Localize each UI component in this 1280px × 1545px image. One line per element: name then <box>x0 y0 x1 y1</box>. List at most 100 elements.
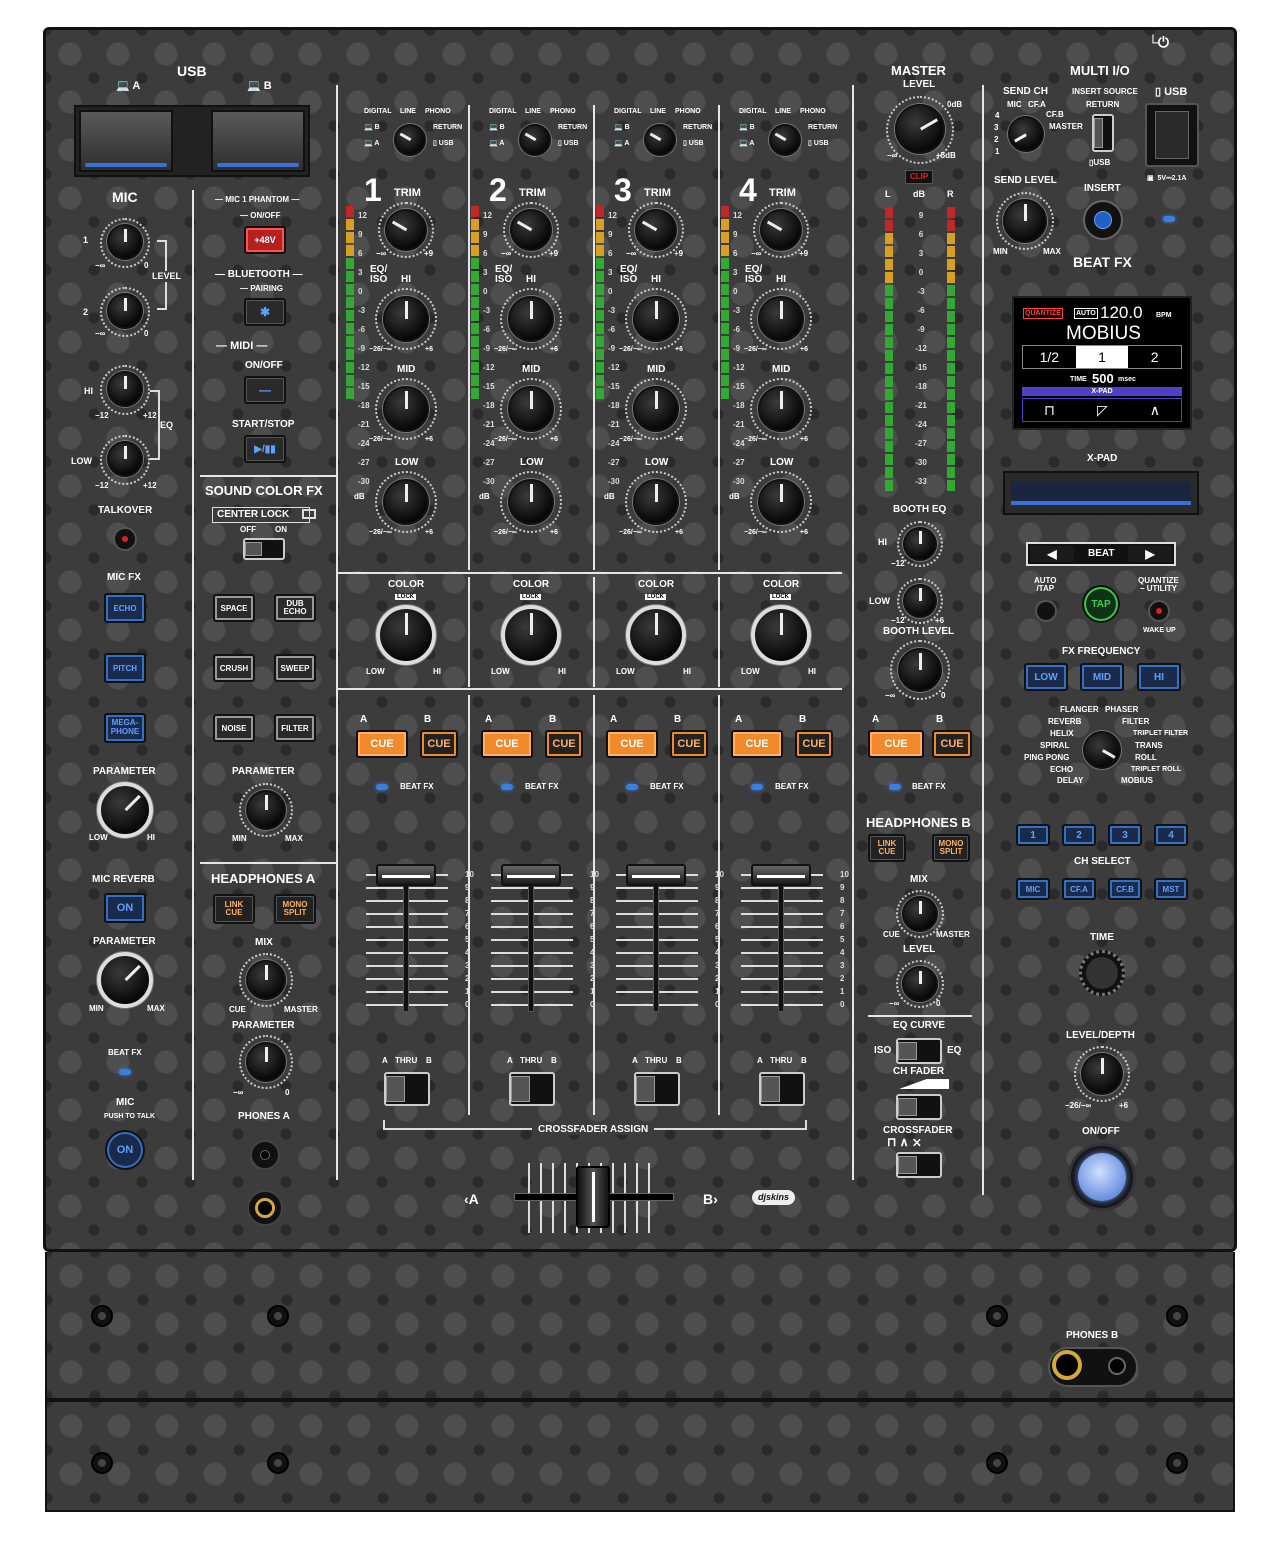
sweep-button[interactable]: SWEEP <box>274 654 316 682</box>
ch1-channel-fader[interactable] <box>376 864 436 886</box>
phones-b-mini-jack[interactable] <box>1108 1357 1126 1375</box>
beat-fx-onoff-button[interactable] <box>1068 1143 1136 1211</box>
ch3-color-knob[interactable] <box>626 605 686 665</box>
ch-select-1-button[interactable]: 1 <box>1016 824 1050 846</box>
mic-reverb-on-button[interactable]: ON <box>104 893 146 923</box>
ch2-low-knob[interactable] <box>508 479 554 525</box>
hpb-level-knob[interactable] <box>902 966 938 1002</box>
ch-select-2-button[interactable]: 2 <box>1062 824 1096 846</box>
insert-source-switch[interactable] <box>1092 114 1114 152</box>
crossfader-cap[interactable] <box>576 1166 610 1228</box>
mic1-level-knob[interactable] <box>107 224 143 260</box>
ch1-mid-knob[interactable] <box>383 386 429 432</box>
ch2-channel-fader[interactable] <box>501 864 561 886</box>
booth-low-knob[interactable] <box>903 584 937 618</box>
ch2-color-knob[interactable] <box>501 605 561 665</box>
hpa-mono-split-button[interactable]: MONO SPLIT <box>274 894 316 924</box>
eq-curve-switch[interactable] <box>896 1038 942 1064</box>
mic-on-button[interactable]: ON <box>105 1130 145 1170</box>
noise-button[interactable]: NOISE <box>213 714 255 742</box>
ch3-low-knob[interactable] <box>633 479 679 525</box>
phantom-48v-button[interactable]: +48V <box>244 226 286 254</box>
phones-a-jack[interactable] <box>247 1190 283 1226</box>
dub-echo-button[interactable]: DUB ECHO <box>274 594 316 622</box>
scfx-parameter-knob[interactable] <box>246 790 286 830</box>
ch1-hi-knob[interactable] <box>383 296 429 342</box>
mic2-level-knob[interactable] <box>107 293 143 329</box>
ch3-cue-a-button[interactable]: CUE <box>606 730 658 758</box>
ch-select-mst-button[interactable]: MST <box>1154 878 1188 900</box>
ch3-hi-knob[interactable] <box>633 296 679 342</box>
ch4-cue-b-button[interactable]: CUE <box>795 730 833 758</box>
insert-button[interactable] <box>1083 200 1123 240</box>
ch-select-3-button[interactable]: 3 <box>1108 824 1142 846</box>
echo-button[interactable]: ECHO <box>104 593 146 623</box>
xpad-touch-strip[interactable] <box>1003 471 1199 515</box>
ch-select-4-button[interactable]: 4 <box>1154 824 1188 846</box>
talkover-button[interactable] <box>113 527 137 551</box>
ch4-channel-fader[interactable] <box>751 864 811 886</box>
ch4-trim-knob[interactable] <box>760 209 802 251</box>
crossfader-curve-switch[interactable] <box>896 1152 942 1178</box>
center-lock-switch[interactable] <box>243 538 285 560</box>
hpa-mix-knob[interactable] <box>246 960 286 1000</box>
ch4-low-knob[interactable] <box>758 479 804 525</box>
beat-right-button[interactable]: ▶ <box>1126 544 1174 564</box>
ch4-input-selector-knob[interactable] <box>769 124 801 156</box>
fx-freq-low-button[interactable]: LOW <box>1024 663 1068 691</box>
master-cue-b-button[interactable]: CUE <box>932 730 972 758</box>
ch2-cue-b-button[interactable]: CUE <box>545 730 583 758</box>
ch3-mid-knob[interactable] <box>633 386 679 432</box>
booth-hi-knob[interactable] <box>903 527 937 561</box>
usb-b-slot[interactable] <box>211 110 305 172</box>
ch4-cue-a-button[interactable]: CUE <box>731 730 783 758</box>
hpb-mono-split-button[interactable]: MONO SPLIT <box>932 834 970 862</box>
tap-button[interactable]: TAP <box>1082 585 1120 623</box>
ch1-input-selector-knob[interactable] <box>394 124 426 156</box>
phones-b-large-jack[interactable] <box>1052 1350 1082 1380</box>
ch-select-cfa-button[interactable]: CF.A <box>1062 878 1096 900</box>
midi-startstop-button[interactable]: ▶/▮▮ <box>244 435 286 463</box>
master-cue-a-button[interactable]: CUE <box>868 730 924 758</box>
ch1-cue-b-button[interactable]: CUE <box>420 730 458 758</box>
beat-left-button[interactable]: ◀ <box>1028 544 1076 564</box>
booth-level-knob[interactable] <box>898 648 942 692</box>
bluetooth-pairing-button[interactable]: ✱ <box>244 298 286 326</box>
crush-button[interactable]: CRUSH <box>213 654 255 682</box>
usb-a-slot[interactable] <box>79 110 173 172</box>
ch1-cue-a-button[interactable]: CUE <box>356 730 408 758</box>
ch-select-cfb-button[interactable]: CF.B <box>1108 878 1142 900</box>
ch2-hi-knob[interactable] <box>508 296 554 342</box>
ch1-trim-knob[interactable] <box>385 209 427 251</box>
send-ch-selector-knob[interactable] <box>1008 116 1044 152</box>
ch-fader-curve-switch[interactable] <box>896 1094 942 1120</box>
ch2-crossfader-assign-switch[interactable] <box>509 1072 555 1106</box>
space-button[interactable]: SPACE <box>213 594 255 622</box>
ch1-crossfader-assign-switch[interactable] <box>384 1072 430 1106</box>
auto-tap-button[interactable] <box>1035 600 1057 622</box>
ch4-mid-knob[interactable] <box>758 386 804 432</box>
hpa-link-cue-button[interactable]: LINK CUE <box>213 894 255 924</box>
ch4-color-knob[interactable] <box>751 605 811 665</box>
mic-low-knob[interactable] <box>107 441 143 477</box>
mic-fx-parameter-knob[interactable] <box>97 782 153 838</box>
fx-freq-hi-button[interactable]: HI <box>1137 663 1181 691</box>
master-level-knob[interactable] <box>895 104 945 154</box>
hpb-mix-knob[interactable] <box>902 896 938 932</box>
pitch-button[interactable]: PITCH <box>104 653 146 683</box>
filter-button[interactable]: FILTER <box>274 714 316 742</box>
ch1-low-knob[interactable] <box>383 479 429 525</box>
ch3-trim-knob[interactable] <box>635 209 677 251</box>
hpb-link-cue-button[interactable]: LINK CUE <box>868 834 906 862</box>
ch3-input-selector-knob[interactable] <box>644 124 676 156</box>
mic-reverb-parameter-knob[interactable] <box>97 952 153 1008</box>
usb-c-port[interactable] <box>1145 103 1199 167</box>
ch3-cue-b-button[interactable]: CUE <box>670 730 708 758</box>
megaphone-button[interactable]: MEGA- PHONE <box>104 713 146 743</box>
level-depth-knob[interactable] <box>1081 1053 1123 1095</box>
midi-onoff-button[interactable]: — <box>244 376 286 404</box>
ch-select-mic-button[interactable]: MIC <box>1016 878 1050 900</box>
ch2-trim-knob[interactable] <box>510 209 552 251</box>
ch3-channel-fader[interactable] <box>626 864 686 886</box>
ch2-cue-a-button[interactable]: CUE <box>481 730 533 758</box>
